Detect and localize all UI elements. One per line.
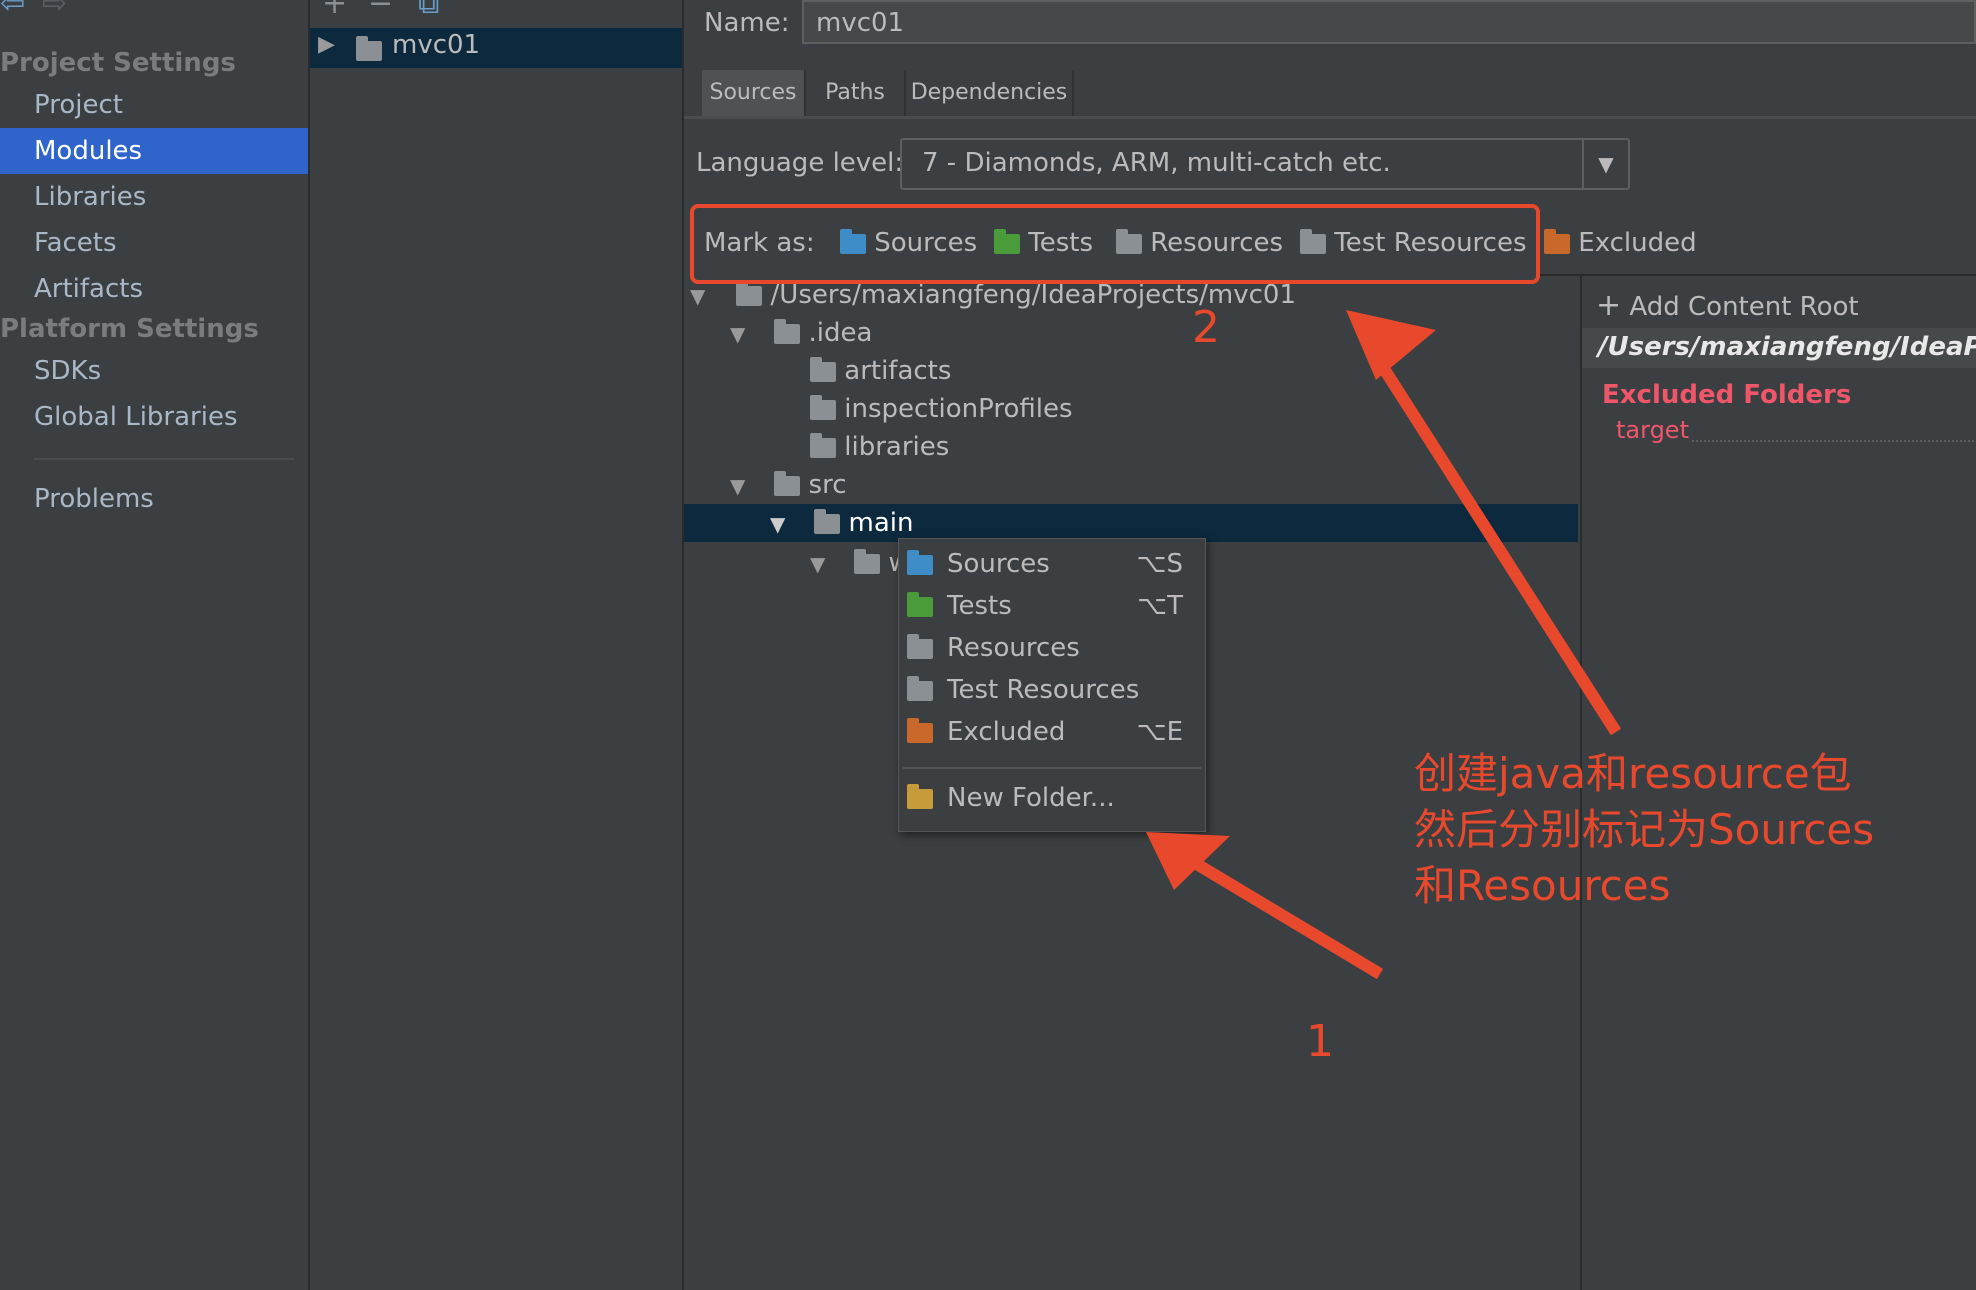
annotation-arrow-1-shaft xyxy=(1186,854,1384,980)
annotation-arrows xyxy=(1146,310,1622,980)
annotation-arrow-2-shaft xyxy=(1366,346,1622,736)
